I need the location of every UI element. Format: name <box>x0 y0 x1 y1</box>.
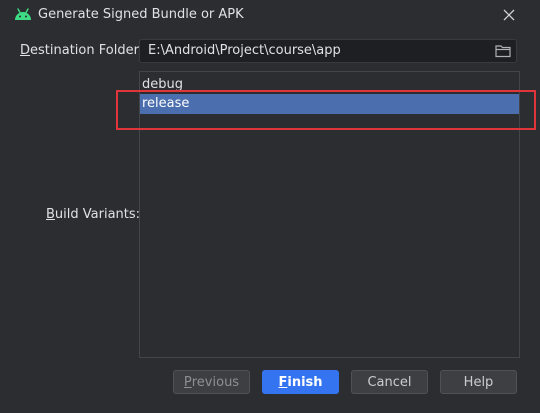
previous-label: revious <box>191 374 240 390</box>
close-button[interactable] <box>498 4 520 26</box>
list-item-release[interactable]: release <box>140 94 519 114</box>
help-button[interactable]: Help <box>440 370 517 394</box>
folder-icon[interactable] <box>495 44 511 58</box>
cancel-button[interactable]: Cancel <box>351 370 428 394</box>
generate-signed-bundle-dialog: Generate Signed Bundle or APK Destinatio… <box>0 0 540 413</box>
finish-button[interactable]: Finish <box>262 370 339 394</box>
dialog-title: Generate Signed Bundle or APK <box>38 7 244 22</box>
finish-label: inish <box>287 374 323 390</box>
title-bar: Generate Signed Bundle or APK <box>0 0 540 30</box>
variants-label-mnemonic: B <box>46 207 55 222</box>
destination-path-value: E:\Android\Project\course\app <box>148 43 341 58</box>
variants-label-text: uild Variants: <box>54 207 141 222</box>
list-item-debug[interactable]: debug <box>140 75 519 95</box>
build-variants-list[interactable]: debug release <box>139 71 520 358</box>
destination-folder-label: Destination Folder: <box>20 43 143 58</box>
previous-mnemonic: P <box>183 374 192 390</box>
android-icon <box>14 7 32 21</box>
close-icon <box>503 9 515 21</box>
destination-label-mnemonic: D <box>20 43 31 58</box>
previous-button[interactable]: Previous <box>173 370 250 394</box>
destination-folder-field[interactable]: E:\Android\Project\course\app <box>139 39 517 63</box>
destination-label-text: estination Folder: <box>30 43 144 58</box>
finish-mnemonic: F <box>278 374 288 390</box>
build-variants-label: Build Variants: <box>46 207 140 222</box>
